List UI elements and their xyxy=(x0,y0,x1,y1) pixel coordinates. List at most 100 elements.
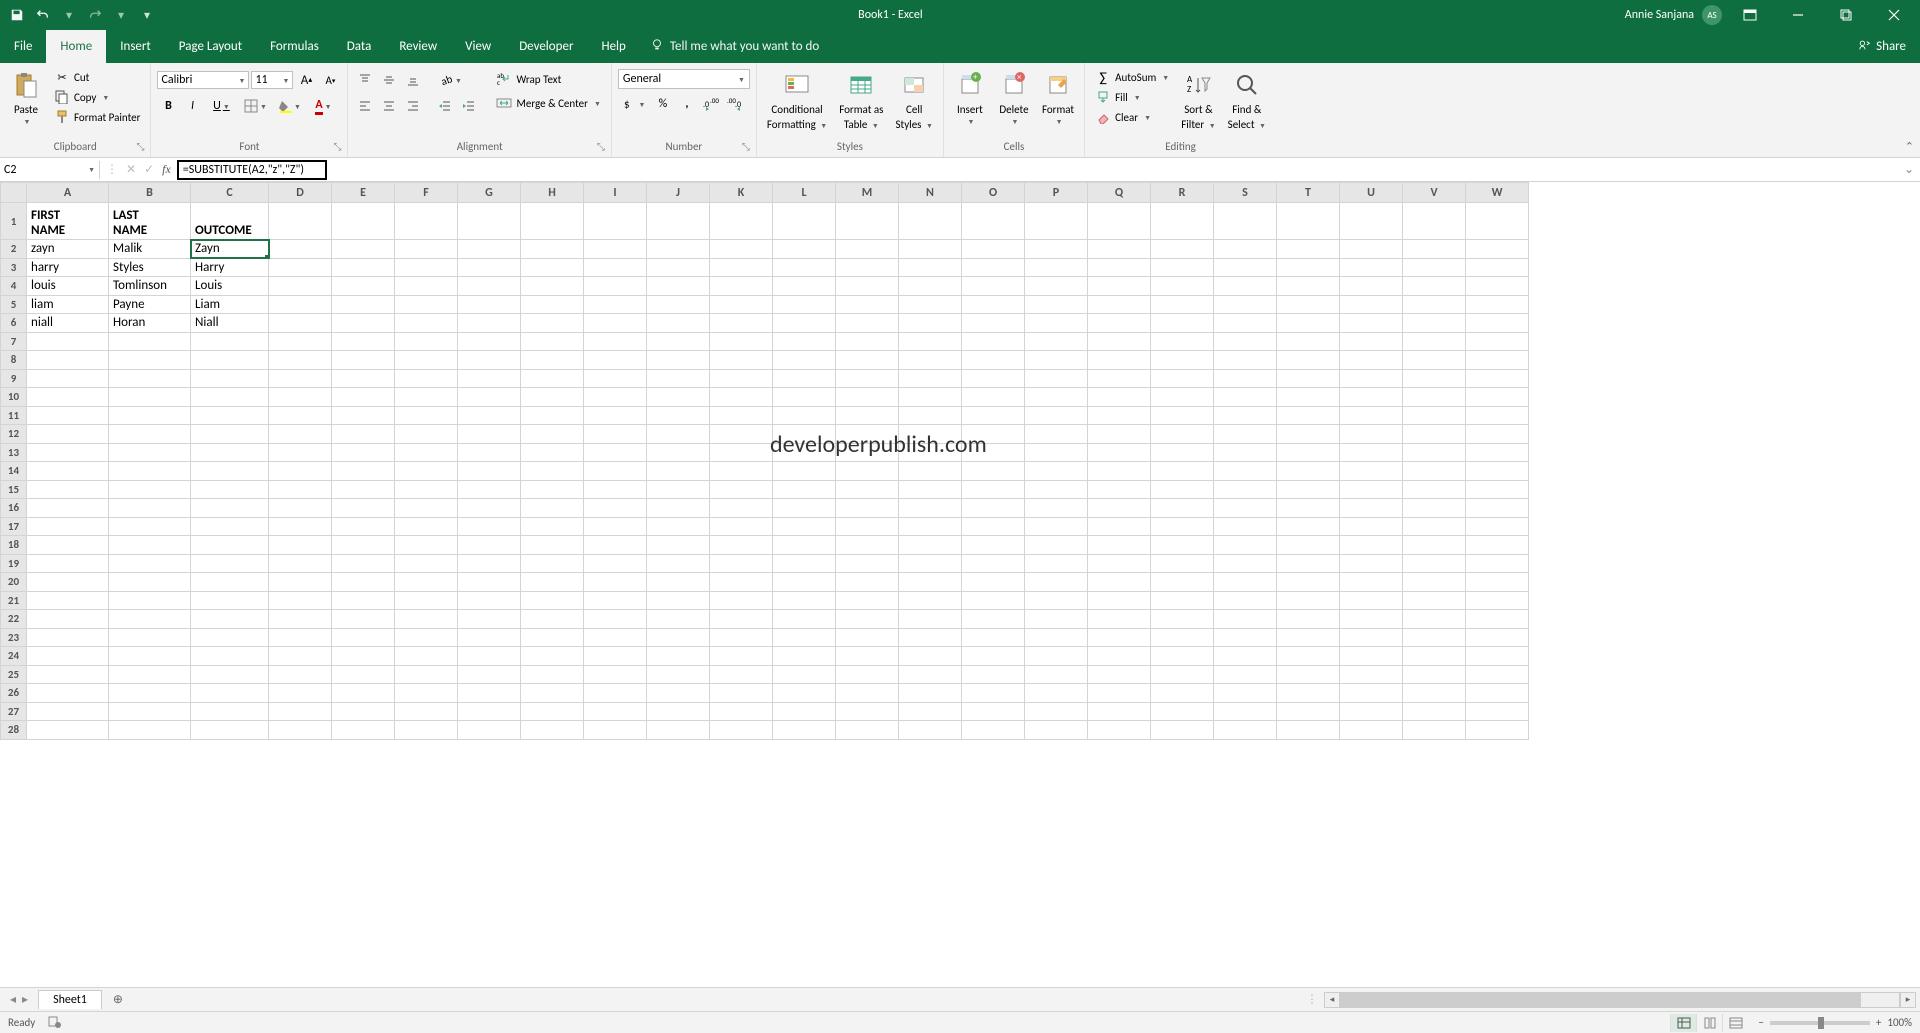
cell-K1[interactable] xyxy=(710,203,773,240)
cell-W14[interactable] xyxy=(1466,462,1529,481)
cell-B2[interactable]: Malik xyxy=(109,240,191,259)
cell-C25[interactable] xyxy=(191,665,269,684)
cell-L9[interactable] xyxy=(773,369,836,388)
cell-T11[interactable] xyxy=(1277,406,1340,425)
col-header-W[interactable]: W xyxy=(1466,183,1529,203)
cell-O25[interactable] xyxy=(962,665,1025,684)
cell-K26[interactable] xyxy=(710,684,773,703)
ribbon-display-options-icon[interactable] xyxy=(1730,0,1770,30)
cell-S12[interactable] xyxy=(1214,425,1277,444)
cell-J26[interactable] xyxy=(647,684,710,703)
cell-J16[interactable] xyxy=(647,499,710,518)
cell-P17[interactable] xyxy=(1025,517,1088,536)
cell-U27[interactable] xyxy=(1340,702,1403,721)
cell-I23[interactable] xyxy=(584,628,647,647)
cell-F15[interactable] xyxy=(395,480,458,499)
cell-L5[interactable] xyxy=(773,295,836,314)
cell-E1[interactable] xyxy=(332,203,395,240)
cell-U16[interactable] xyxy=(1340,499,1403,518)
cell-O9[interactable] xyxy=(962,369,1025,388)
cell-F4[interactable] xyxy=(395,277,458,296)
wrap-text-button[interactable]: abcWrap Text xyxy=(492,69,604,89)
cell-T16[interactable] xyxy=(1277,499,1340,518)
cell-U23[interactable] xyxy=(1340,628,1403,647)
cell-A11[interactable] xyxy=(27,406,109,425)
cell-H23[interactable] xyxy=(521,628,584,647)
cell-V17[interactable] xyxy=(1403,517,1466,536)
cell-K14[interactable] xyxy=(710,462,773,481)
cell-B7[interactable] xyxy=(109,332,191,351)
cell-I15[interactable] xyxy=(584,480,647,499)
cell-V22[interactable] xyxy=(1403,610,1466,629)
cell-T20[interactable] xyxy=(1277,573,1340,592)
cell-K4[interactable] xyxy=(710,277,773,296)
cell-R10[interactable] xyxy=(1151,388,1214,407)
cell-W19[interactable] xyxy=(1466,554,1529,573)
cell-H13[interactable] xyxy=(521,443,584,462)
cell-J6[interactable] xyxy=(647,314,710,333)
cell-G5[interactable] xyxy=(458,295,521,314)
cell-K22[interactable] xyxy=(710,610,773,629)
cell-G12[interactable] xyxy=(458,425,521,444)
cell-V12[interactable] xyxy=(1403,425,1466,444)
cell-P10[interactable] xyxy=(1025,388,1088,407)
cell-N15[interactable] xyxy=(899,480,962,499)
col-header-N[interactable]: N xyxy=(899,183,962,203)
cell-A2[interactable]: zayn xyxy=(27,240,109,259)
cell-F2[interactable] xyxy=(395,240,458,259)
cell-C1[interactable]: OUTCOME xyxy=(191,203,269,240)
cell-K25[interactable] xyxy=(710,665,773,684)
cell-L18[interactable] xyxy=(773,536,836,555)
formula-input[interactable]: =SUBSTITUTE(A2,"z","Z") xyxy=(177,160,1898,180)
cell-R11[interactable] xyxy=(1151,406,1214,425)
cell-K10[interactable] xyxy=(710,388,773,407)
tab-data[interactable]: Data xyxy=(333,30,386,63)
share-button[interactable]: Share xyxy=(1858,30,1920,63)
cell-S10[interactable] xyxy=(1214,388,1277,407)
cell-W11[interactable] xyxy=(1466,406,1529,425)
cell-N28[interactable] xyxy=(899,721,962,740)
underline-button[interactable]: U▼ xyxy=(205,95,237,117)
cell-G7[interactable] xyxy=(458,332,521,351)
cell-T21[interactable] xyxy=(1277,591,1340,610)
cell-G18[interactable] xyxy=(458,536,521,555)
cell-R19[interactable] xyxy=(1151,554,1214,573)
cell-H5[interactable] xyxy=(521,295,584,314)
conditional-formatting-button[interactable]: ConditionalFormatting ▼ xyxy=(763,67,831,133)
cell-H8[interactable] xyxy=(521,351,584,370)
find-select-button[interactable]: Find &Select ▼ xyxy=(1224,67,1270,133)
cell-H2[interactable] xyxy=(521,240,584,259)
cell-C24[interactable] xyxy=(191,647,269,666)
cell-I26[interactable] xyxy=(584,684,647,703)
cell-I6[interactable] xyxy=(584,314,647,333)
user-avatar[interactable]: AS xyxy=(1702,5,1722,25)
cell-U5[interactable] xyxy=(1340,295,1403,314)
cell-B26[interactable] xyxy=(109,684,191,703)
cell-Q27[interactable] xyxy=(1088,702,1151,721)
normal-view-button[interactable] xyxy=(1670,1014,1696,1032)
cell-Q13[interactable] xyxy=(1088,443,1151,462)
cell-K16[interactable] xyxy=(710,499,773,518)
cell-U3[interactable] xyxy=(1340,258,1403,277)
cell-N21[interactable] xyxy=(899,591,962,610)
cell-I27[interactable] xyxy=(584,702,647,721)
cell-T4[interactable] xyxy=(1277,277,1340,296)
cell-W23[interactable] xyxy=(1466,628,1529,647)
cell-P6[interactable] xyxy=(1025,314,1088,333)
font-color-button[interactable]: A▼ xyxy=(307,95,339,117)
cell-Q1[interactable] xyxy=(1088,203,1151,240)
cell-T9[interactable] xyxy=(1277,369,1340,388)
cell-C11[interactable] xyxy=(191,406,269,425)
cell-H25[interactable] xyxy=(521,665,584,684)
cell-V4[interactable] xyxy=(1403,277,1466,296)
cell-L28[interactable] xyxy=(773,721,836,740)
cell-V8[interactable] xyxy=(1403,351,1466,370)
bold-button[interactable]: B xyxy=(157,95,179,117)
cell-H17[interactable] xyxy=(521,517,584,536)
save-icon[interactable] xyxy=(8,6,26,24)
italic-button[interactable]: I xyxy=(181,95,203,117)
cell-K9[interactable] xyxy=(710,369,773,388)
cell-V27[interactable] xyxy=(1403,702,1466,721)
cell-O16[interactable] xyxy=(962,499,1025,518)
cell-J25[interactable] xyxy=(647,665,710,684)
